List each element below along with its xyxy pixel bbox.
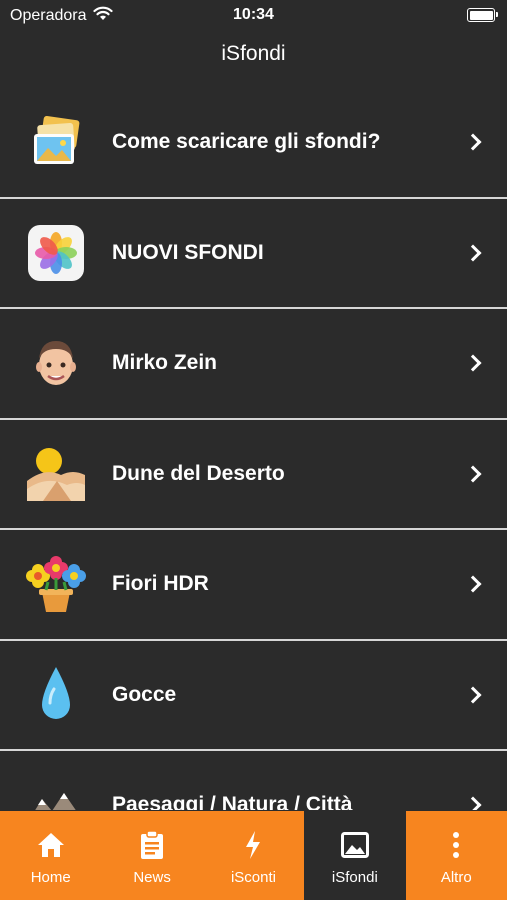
clipboard-icon <box>136 829 168 861</box>
status-bar: Operadora 10:34 <box>0 0 507 30</box>
memoji-face-icon <box>26 333 86 393</box>
status-time: 10:34 <box>233 6 274 23</box>
list-item-fiori-hdr[interactable]: Fiori HDR <box>0 530 507 641</box>
image-icon <box>339 829 371 861</box>
tab-isfondi[interactable]: iSfondi <box>304 811 406 900</box>
chevron-right-icon <box>464 575 482 593</box>
list-item-label: Dune del Deserto <box>112 461 285 485</box>
lightning-icon <box>237 829 269 861</box>
list-item-mirko-zein[interactable]: Mirko Zein <box>0 309 507 420</box>
list-item-label: Paesaggi / Natura / Città <box>112 793 353 810</box>
tab-label: Home <box>30 869 71 886</box>
list-item-label: NUOVI SFONDI <box>112 240 264 264</box>
home-icon <box>35 829 67 861</box>
tab-altro[interactable]: Altro <box>406 811 507 900</box>
wallpaper-category-list: Come scaricare gli sfondi? NUOVI SFONDI <box>0 88 507 810</box>
photos-stack-icon <box>26 112 86 172</box>
list-item-come-scaricare[interactable]: Come scaricare gli sfondi? <box>0 88 507 199</box>
tab-news[interactable]: News <box>101 811 202 900</box>
tab-label: News <box>133 869 171 886</box>
chevron-right-icon <box>464 354 482 372</box>
chevron-right-icon <box>464 796 482 810</box>
chevron-right-icon <box>464 133 482 151</box>
tab-bar: Home News iSconti iSfondi Altro <box>0 811 507 900</box>
flower-pot-icon <box>26 554 86 614</box>
list-item-label: Mirko Zein <box>112 351 218 375</box>
tab-isconti[interactable]: iSconti <box>203 811 304 900</box>
list-item-label: Come scaricare gli sfondi? <box>112 130 381 154</box>
page-title: iSfondi <box>221 42 286 65</box>
list-item-label: Fiori HDR <box>112 572 209 596</box>
chevron-right-icon <box>464 686 482 704</box>
tab-label: Altro <box>440 869 472 886</box>
desert-dunes-icon <box>26 444 86 504</box>
list-item-dune-del-deserto[interactable]: Dune del Deserto <box>0 419 507 530</box>
tab-home[interactable]: Home <box>0 811 101 900</box>
chevron-right-icon <box>464 465 482 483</box>
landscape-icon <box>26 775 86 810</box>
list-item-label: Gocce <box>112 682 177 706</box>
list-item-paesaggi[interactable]: Paesaggi / Natura / Città <box>0 751 507 810</box>
tab-label: iSfondi <box>331 869 378 886</box>
water-drop-icon <box>26 665 86 725</box>
list-item-nuovi-sfondi[interactable]: NUOVI SFONDI <box>0 198 507 309</box>
photos-app-icon <box>26 223 86 283</box>
tab-label: iSconti <box>230 869 276 886</box>
list-item-gocce[interactable]: Gocce <box>0 640 507 751</box>
chevron-right-icon <box>464 244 482 262</box>
more-vertical-icon <box>440 829 472 861</box>
battery-icon <box>467 8 498 22</box>
